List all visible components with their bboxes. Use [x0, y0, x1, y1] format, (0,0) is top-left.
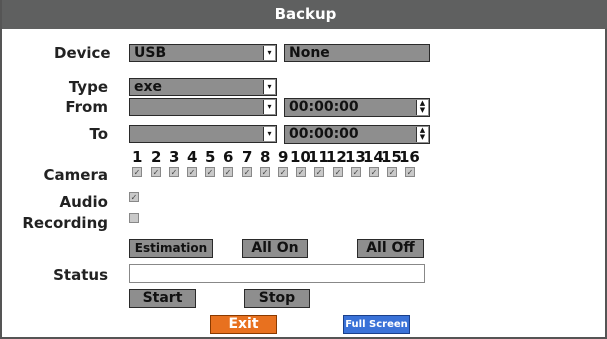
camera-checkbox[interactable]: ✓: [132, 167, 142, 177]
window-title: Backup: [2, 0, 607, 29]
recording-label: Recording: [22, 214, 108, 232]
camera-checkbox[interactable]: ✓: [187, 167, 197, 177]
chevron-down-icon[interactable]: ▾: [263, 100, 275, 114]
camera-number: 9: [278, 148, 289, 166]
to-date-select[interactable]: ▾: [129, 125, 277, 143]
camera-checkbox[interactable]: ✓: [260, 167, 270, 177]
full-screen-button[interactable]: Full Screen: [343, 315, 410, 334]
audio-checkbox[interactable]: ✓: [129, 192, 139, 202]
camera-checkbox[interactable]: ✓: [242, 167, 252, 177]
backup-window: Backup Device USB ▾ None Type exe ▾ From…: [0, 0, 607, 339]
all-off-button[interactable]: All Off: [357, 239, 424, 258]
audio-label: Audio: [59, 193, 108, 211]
chevron-down-icon[interactable]: ▾: [263, 80, 275, 94]
camera-label: Camera: [43, 166, 108, 184]
camera-checkbox[interactable]: ✓: [387, 167, 397, 177]
camera-checkbox[interactable]: ✓: [151, 167, 161, 177]
status-label: Status: [53, 266, 108, 284]
camera-checkbox[interactable]: ✓: [369, 167, 379, 177]
spinner-icon[interactable]: ▲ ▼: [416, 100, 428, 115]
from-time-input[interactable]: 00:00:00 ▲ ▼: [284, 98, 430, 117]
type-value: exe: [134, 79, 163, 95]
type-label: Type: [68, 78, 108, 96]
status-field: [129, 264, 425, 283]
device-value: USB: [134, 45, 167, 61]
to-time-input[interactable]: 00:00:00 ▲ ▼: [284, 125, 430, 144]
camera-checkbox[interactable]: ✓: [351, 167, 361, 177]
camera-checkbox[interactable]: ✓: [314, 167, 324, 177]
recording-checkbox[interactable]: [129, 213, 139, 223]
camera-checkbox[interactable]: ✓: [205, 167, 215, 177]
exit-button[interactable]: Exit: [210, 315, 277, 334]
camera-checkbox[interactable]: ✓: [278, 167, 288, 177]
camera-number: 6: [223, 148, 234, 166]
camera-number: 5: [205, 148, 216, 166]
estimation-button[interactable]: Estimation: [129, 239, 213, 258]
camera-checkbox[interactable]: ✓: [333, 167, 343, 177]
device-secondary-value: None: [289, 45, 330, 61]
camera-number: 1: [132, 148, 143, 166]
spinner-icon[interactable]: ▲ ▼: [416, 127, 428, 142]
stop-button[interactable]: Stop: [244, 289, 310, 308]
camera-number: 2: [151, 148, 162, 166]
from-label: From: [65, 98, 108, 116]
type-select[interactable]: exe ▾: [129, 78, 277, 96]
camera-checkbox[interactable]: ✓: [405, 167, 415, 177]
from-time-value: 00:00:00: [289, 99, 359, 115]
camera-number: 3: [169, 148, 180, 166]
camera-checkbox[interactable]: ✓: [223, 167, 233, 177]
camera-number: 12: [326, 148, 347, 166]
camera-number: 8: [260, 148, 271, 166]
device-secondary-field[interactable]: None: [284, 44, 430, 62]
camera-checkbox[interactable]: ✓: [169, 167, 179, 177]
camera-checkbox[interactable]: ✓: [296, 167, 306, 177]
all-on-button[interactable]: All On: [242, 239, 308, 258]
chevron-down-icon[interactable]: ▾: [263, 46, 275, 60]
chevron-down-icon[interactable]: ▾: [263, 127, 275, 141]
to-time-value: 00:00:00: [289, 126, 359, 142]
camera-number: 4: [187, 148, 198, 166]
device-select[interactable]: USB ▾: [129, 44, 277, 62]
to-label: To: [89, 125, 108, 143]
camera-number: 7: [242, 148, 253, 166]
camera-number: 16: [399, 148, 420, 166]
from-date-select[interactable]: ▾: [129, 98, 277, 116]
device-label: Device: [54, 44, 111, 62]
start-button[interactable]: Start: [129, 289, 196, 308]
